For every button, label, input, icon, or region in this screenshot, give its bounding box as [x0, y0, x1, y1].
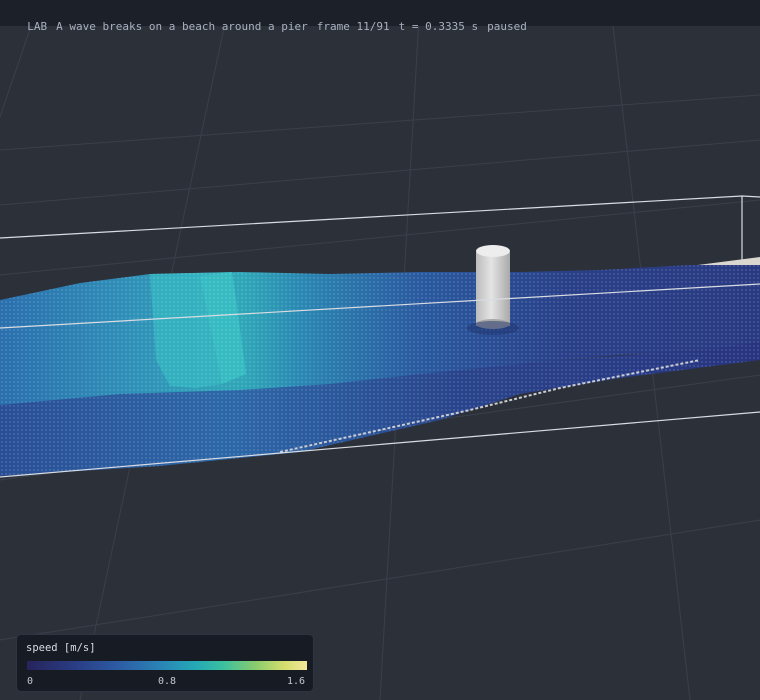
frame-counter: frame 11/91 [316, 20, 390, 33]
time-readout: t = 0.3335 s [398, 20, 479, 33]
colormap-bar [27, 661, 307, 670]
playback-status: paused [487, 20, 527, 33]
legend-title: speed [m/s] [26, 642, 96, 654]
simulation-viewport[interactable] [0, 0, 760, 700]
legend-min: 0 [27, 676, 34, 687]
status-bar: LAB A wave breaks on a beach around a pie… [0, 0, 760, 33]
legend-mid: 0.8 [158, 676, 177, 687]
app-label: LAB [27, 20, 48, 33]
speed-legend: speed [m/s] 0 0.8 1.6 [16, 634, 314, 692]
legend-max: 1.6 [287, 676, 306, 687]
scene-title: A wave breaks on a beach around a pier [56, 20, 308, 33]
domain-box-back [0, 195, 760, 262]
